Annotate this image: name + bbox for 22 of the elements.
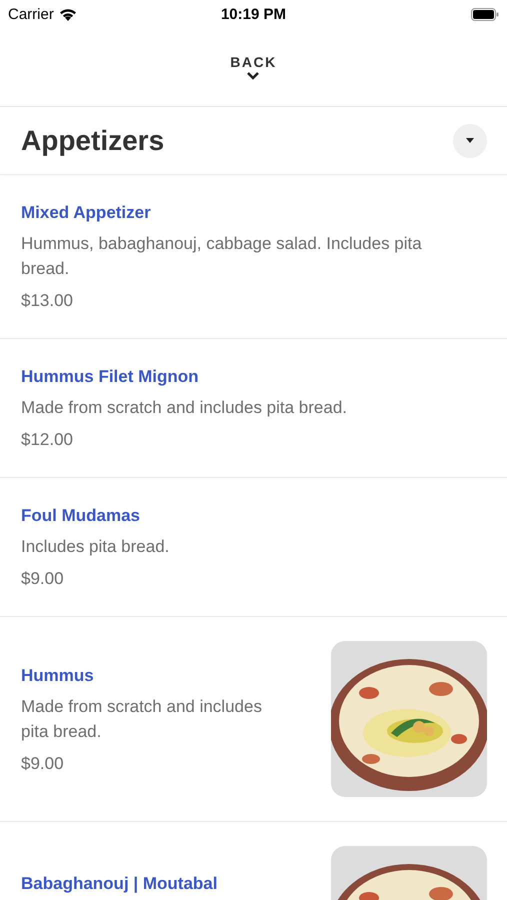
dropdown-button[interactable] xyxy=(453,124,487,158)
item-description: Made from scratch and includes pita bread. xyxy=(21,696,263,742)
caret-down-icon xyxy=(466,138,474,143)
item-description: Made from scratch and includes pita bread. xyxy=(21,397,348,419)
item-name[interactable]: Babaghanouj | Moutabal xyxy=(21,871,218,896)
wifi-icon xyxy=(58,8,77,20)
item-price: $13.00 xyxy=(21,290,74,312)
item-price: $12.00 xyxy=(21,429,74,451)
item-name[interactable]: Mixed Appetizer xyxy=(21,200,461,225)
item-name[interactable]: Hummus xyxy=(21,662,291,688)
chevron-down-icon xyxy=(246,71,260,80)
back-button[interactable]: BACK xyxy=(230,54,277,80)
time-label: 10:19 PM xyxy=(220,6,286,22)
item-name[interactable]: Foul Mudamas xyxy=(21,503,170,528)
item-description: Hummus, babaghanouj, cabbage salad. Includes pita bread. xyxy=(21,233,423,280)
section-title: Appetizers xyxy=(21,124,164,156)
battery-icon xyxy=(471,8,499,20)
carrier-label: Carrier xyxy=(8,6,54,22)
item-price: $9.00 xyxy=(21,568,65,590)
item-price: $9.00 xyxy=(21,752,65,774)
item-description: Includes pita bread. xyxy=(21,536,170,558)
item-name[interactable]: Hummus Filet Mignon xyxy=(21,364,348,389)
